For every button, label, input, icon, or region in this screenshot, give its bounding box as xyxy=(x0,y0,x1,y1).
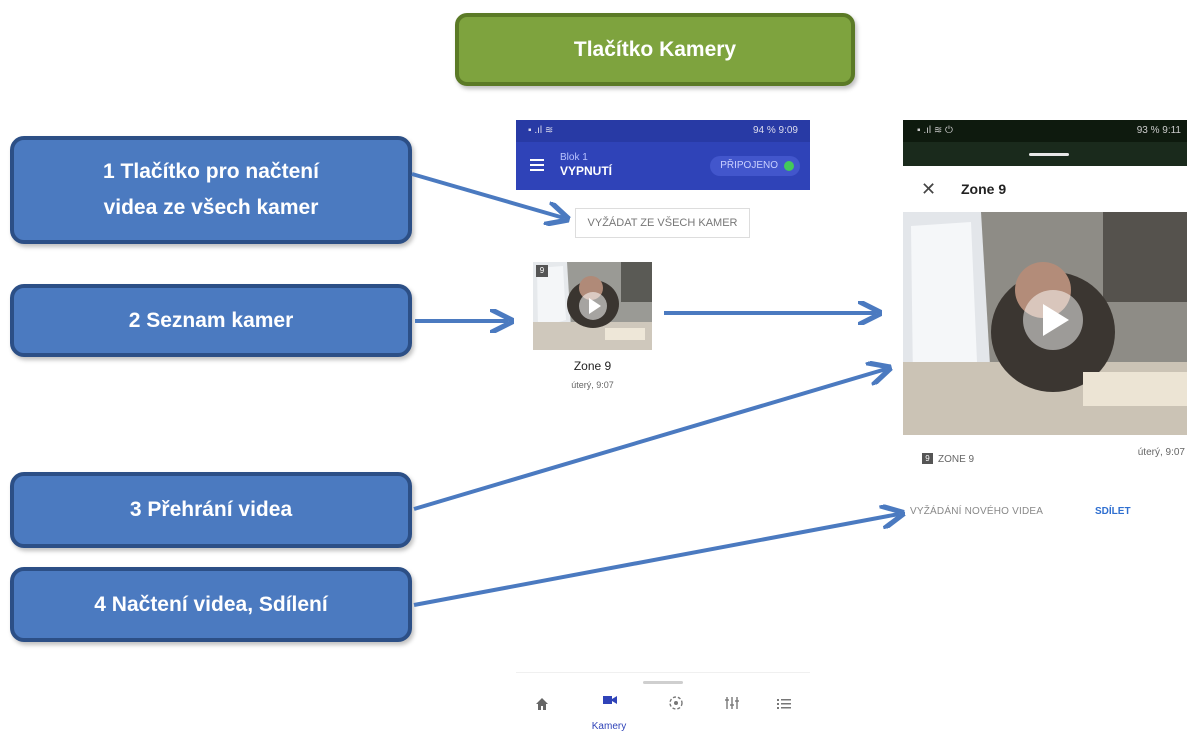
annotation-arrows xyxy=(411,172,1187,607)
arrow-1 xyxy=(411,172,564,218)
arrow-3 xyxy=(413,369,886,511)
arrow-4 xyxy=(413,514,899,607)
